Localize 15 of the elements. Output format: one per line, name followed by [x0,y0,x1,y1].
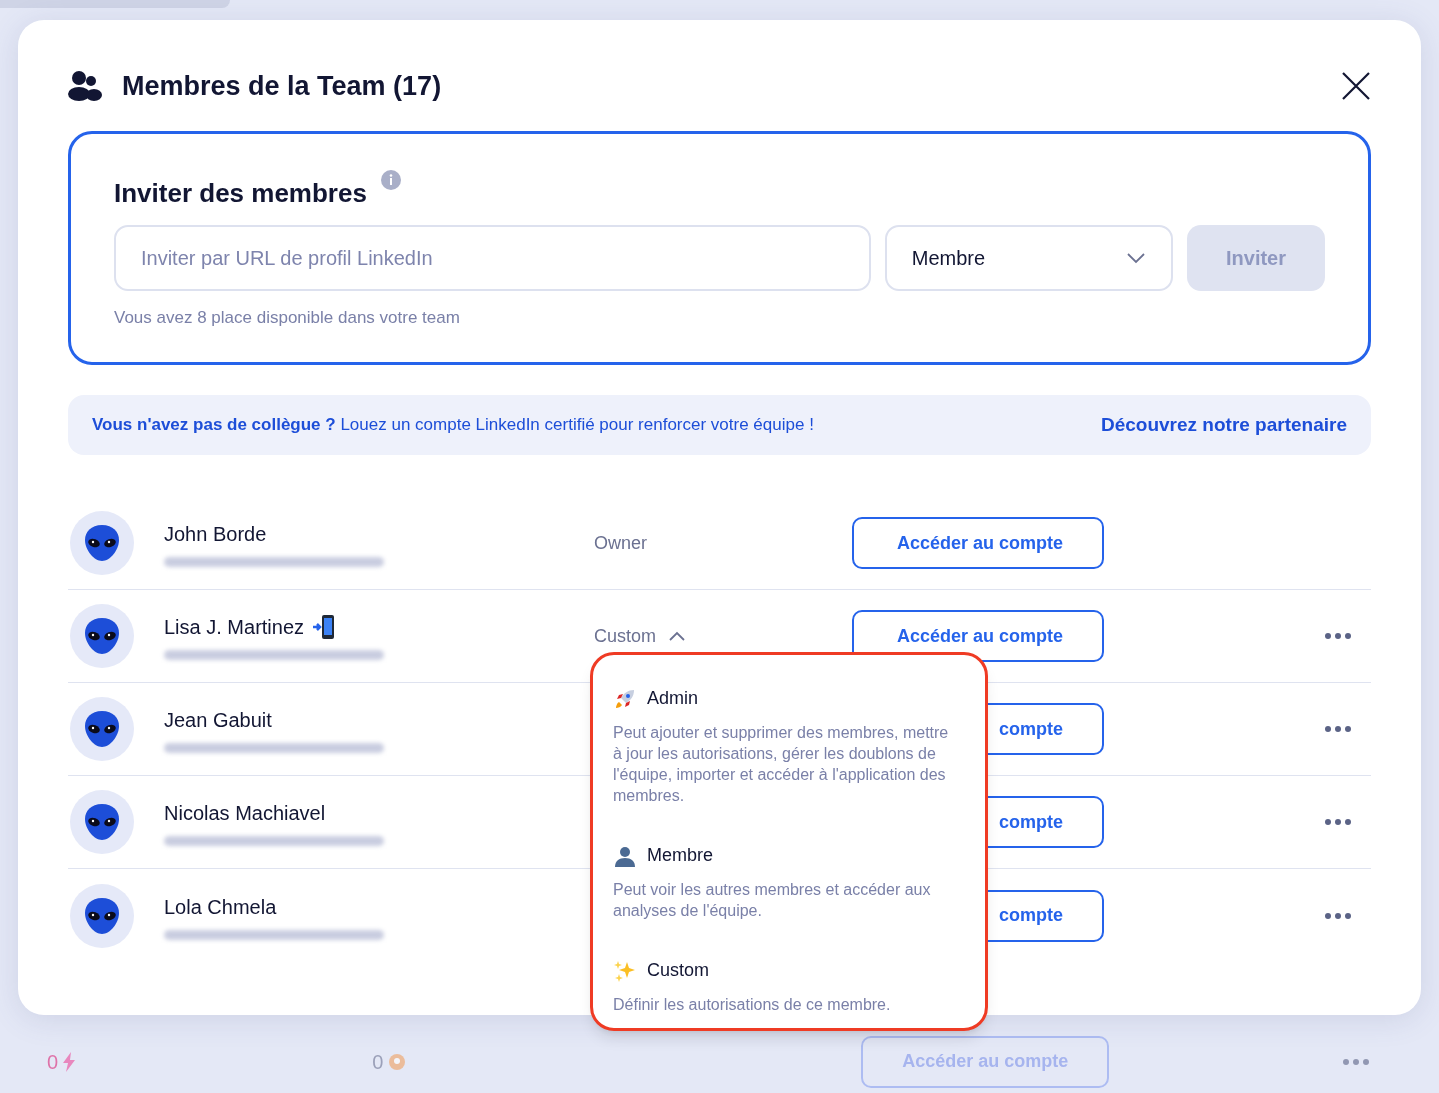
role-description: Peut ajouter et supprimer des membres, mettre à jour les autorisations, gérer les doublons de l'équipe, importer et accéder à l'application des membres. [613,723,950,806]
member-name: John Borde [164,522,267,547]
seats-note: Vous avez 8 place disponible dans votre team [114,307,461,329]
banner-text: Vous n'avez pas de collègue ? Louez un compte LinkedIn certifié pour renforcer votre équipe ! [92,414,814,437]
member-name: Lisa J. Martinez [164,615,305,640]
member-name: Jean Gabuit [164,708,272,733]
count: 0 [47,1049,59,1075]
member-role: Owner [594,531,647,555]
invite-title: Inviter des membres [114,177,367,210]
member-name: Nicolas Machiavel [164,801,326,826]
role-description: Définir les autorisations de ce membre. [613,995,892,1015]
role-description: Peut voir les autres membres et accéder aux analyses de l'équipe. [613,880,932,921]
dialog-title: Membres de la Team (17) [122,69,442,103]
count: 0 [372,1049,384,1075]
member-name: Lola Chmela [164,894,277,920]
